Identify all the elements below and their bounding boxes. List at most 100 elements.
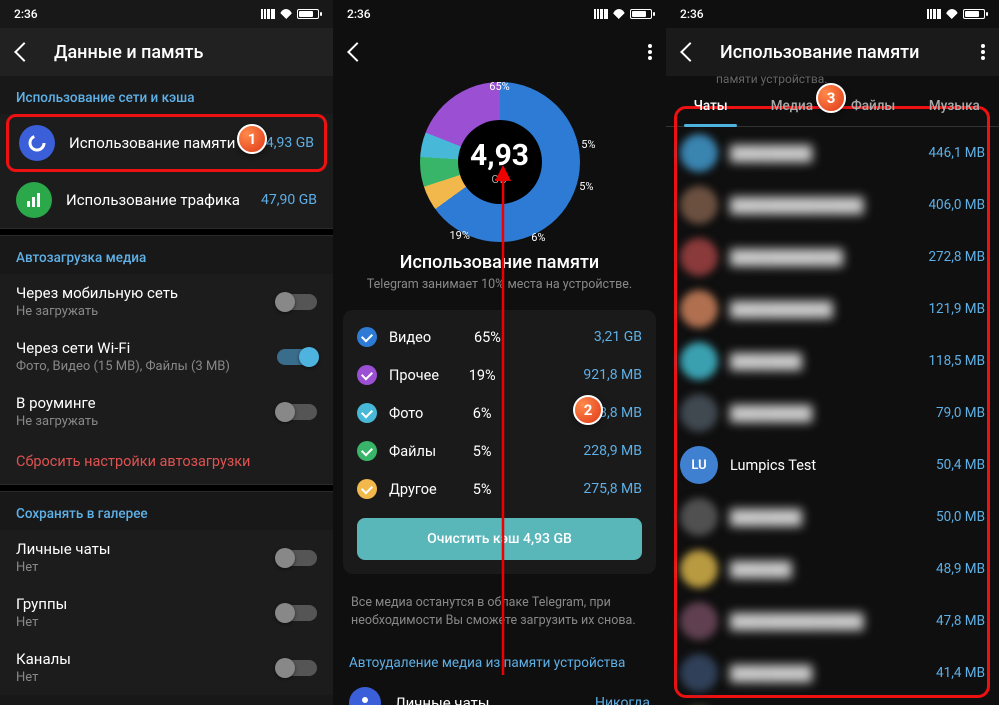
donut-pct: 5% bbox=[581, 138, 595, 151]
row-gallery-channels[interactable]: Каналы Нет bbox=[0, 640, 333, 695]
row-roaming[interactable]: В роумингеНе загружать bbox=[0, 384, 333, 439]
toggle[interactable] bbox=[277, 404, 317, 420]
back-icon[interactable] bbox=[14, 43, 32, 61]
chat-row[interactable]: ███████ 50,0 MB bbox=[666, 491, 999, 543]
chat-row[interactable]: ███████████ 37,7 MB bbox=[666, 699, 999, 705]
avatar bbox=[680, 342, 718, 380]
donut-pct: 5% bbox=[579, 180, 593, 193]
chat-name: ██████ bbox=[730, 561, 924, 578]
row-label: Группы bbox=[16, 595, 263, 613]
clear-cache-button[interactable]: Очистить кэш 4,93 GB bbox=[357, 518, 642, 560]
avatar bbox=[680, 602, 718, 640]
screenshot-2: 2 2:36 65% 5% 5% 6% 19% 4,93 GB Использо… bbox=[333, 0, 666, 705]
chat-row[interactable]: █████████████ 47,8 MB bbox=[666, 595, 999, 647]
app-bar bbox=[333, 28, 666, 76]
row-label: Личные чаты bbox=[395, 694, 581, 705]
chat-row[interactable]: ████████ 41,4 MB bbox=[666, 647, 999, 699]
chat-name: ████████ bbox=[730, 405, 924, 422]
status-bar: 2:36 bbox=[0, 0, 333, 28]
row-label: Через мобильную сеть bbox=[16, 284, 263, 302]
row-autodelete-private[interactable]: Личные чаты Никогда bbox=[349, 679, 650, 705]
chat-row[interactable]: ███████ 118,5 MB bbox=[666, 335, 999, 387]
category-row[interactable]: Файлы 5% 228,9 MB bbox=[343, 432, 656, 470]
row-sub: Нет bbox=[16, 670, 263, 685]
chat-row[interactable]: ██████████ 121,9 MB bbox=[666, 283, 999, 335]
status-bar: 2:36 bbox=[333, 0, 666, 28]
category-name: Другое bbox=[389, 481, 457, 498]
cache-note: Все медиа останутся в облаке Telegram, п… bbox=[333, 584, 666, 643]
row-label: Личные чаты bbox=[16, 540, 263, 558]
chat-size: 118,5 MB bbox=[928, 353, 985, 369]
annotation-badge-1: 1 bbox=[237, 124, 267, 154]
storage-chart: 65% 5% 5% 6% 19% 4,93 GB Использование п… bbox=[333, 76, 666, 296]
screenshot-1: 1 2:36 Данные и память Использование сет… bbox=[0, 0, 333, 705]
chat-row[interactable]: █████████████ 406,0 MB bbox=[666, 179, 999, 231]
row-wifi[interactable]: Через сети Wi-FiФото, Видео (15 MB), Фай… bbox=[0, 329, 333, 384]
row-label: Каналы bbox=[16, 650, 263, 668]
row-value: 4,93 GB bbox=[266, 135, 314, 151]
row-value: Никогда bbox=[595, 695, 650, 705]
chat-name: ███████████ bbox=[730, 249, 916, 266]
chat-name: ███████ bbox=[730, 509, 924, 526]
chat-row[interactable]: ████████ 79,0 MB bbox=[666, 387, 999, 439]
category-row[interactable]: Прочее 19% 921,8 MB bbox=[343, 356, 656, 394]
category-row[interactable]: Видео 65% 3,21 GB bbox=[343, 318, 656, 356]
avatar bbox=[680, 550, 718, 588]
donut-chart: 65% 5% 5% 6% 19% 4,93 GB bbox=[420, 82, 580, 242]
check-icon[interactable] bbox=[357, 365, 377, 385]
tab-чаты[interactable]: Чаты bbox=[670, 86, 751, 126]
avatar bbox=[680, 394, 718, 432]
menu-icon[interactable] bbox=[981, 44, 985, 60]
chat-size: 121,9 MB bbox=[928, 301, 985, 317]
category-name: Фото bbox=[389, 405, 457, 422]
chat-name: ████████ bbox=[730, 145, 916, 162]
chat-row[interactable]: ████████ 446,1 MB bbox=[666, 127, 999, 179]
page-title: Данные и память bbox=[54, 42, 319, 63]
category-value: 921,8 MB bbox=[583, 367, 642, 383]
chat-row[interactable]: LU Lumpics Test 50,4 MB bbox=[666, 439, 999, 491]
row-storage-usage[interactable]: Использование памяти 4,93 GB bbox=[6, 114, 327, 172]
row-label: Через сети Wi-Fi bbox=[16, 339, 263, 357]
reset-autoload-link[interactable]: Сбросить настройки автозагрузки bbox=[0, 439, 333, 484]
category-pct: 5% bbox=[473, 481, 492, 498]
toggle[interactable] bbox=[277, 605, 317, 621]
row-traffic-usage[interactable]: Использование трафика 47,90 GB bbox=[0, 172, 333, 228]
annotation-badge-3: 3 bbox=[816, 83, 846, 113]
battery-icon bbox=[297, 9, 319, 19]
check-icon[interactable] bbox=[357, 479, 377, 499]
person-icon bbox=[349, 687, 381, 705]
chat-row[interactable]: ██████ 48,9 MB bbox=[666, 543, 999, 595]
check-icon[interactable] bbox=[357, 441, 377, 461]
category-row[interactable]: Фото 6% 283,8 MB bbox=[343, 394, 656, 432]
signal-icon bbox=[261, 9, 275, 19]
toggle[interactable] bbox=[277, 550, 317, 566]
toggle[interactable] bbox=[277, 349, 317, 365]
toggle[interactable] bbox=[277, 660, 317, 676]
wifi-icon bbox=[612, 9, 626, 19]
avatar: LU bbox=[680, 446, 718, 484]
chat-size: 446,1 MB bbox=[928, 145, 985, 161]
back-icon[interactable] bbox=[347, 43, 365, 61]
donut-total: 4,93 bbox=[470, 138, 529, 173]
tab-музыка[interactable]: Музыка bbox=[914, 86, 995, 126]
category-value: 228,9 MB bbox=[583, 443, 642, 459]
category-row[interactable]: Другое 5% 275,8 MB bbox=[343, 470, 656, 508]
avatar bbox=[680, 654, 718, 692]
chat-row[interactable]: ███████████ 272,8 MB bbox=[666, 231, 999, 283]
check-icon[interactable] bbox=[357, 403, 377, 423]
row-value: 47,90 GB bbox=[261, 192, 317, 208]
check-icon[interactable] bbox=[357, 327, 377, 347]
chat-list: ████████ 446,1 MB █████████████ 406,0 MB… bbox=[666, 127, 999, 705]
category-pct: 6% bbox=[473, 405, 492, 422]
back-icon[interactable] bbox=[680, 43, 698, 61]
toggle[interactable] bbox=[277, 294, 317, 310]
row-gallery-groups[interactable]: ГруппыНет bbox=[0, 585, 333, 640]
category-pct: 5% bbox=[473, 443, 492, 460]
row-label: В роуминге bbox=[16, 394, 263, 412]
menu-icon[interactable] bbox=[648, 44, 652, 60]
row-gallery-private[interactable]: Личные чатыНет bbox=[0, 530, 333, 585]
status-time: 2:36 bbox=[14, 7, 38, 21]
status-time: 2:36 bbox=[680, 7, 704, 21]
row-mobile-network[interactable]: Через мобильную сетьНе загружать bbox=[0, 274, 333, 329]
chat-name: ██████████ bbox=[730, 301, 916, 318]
